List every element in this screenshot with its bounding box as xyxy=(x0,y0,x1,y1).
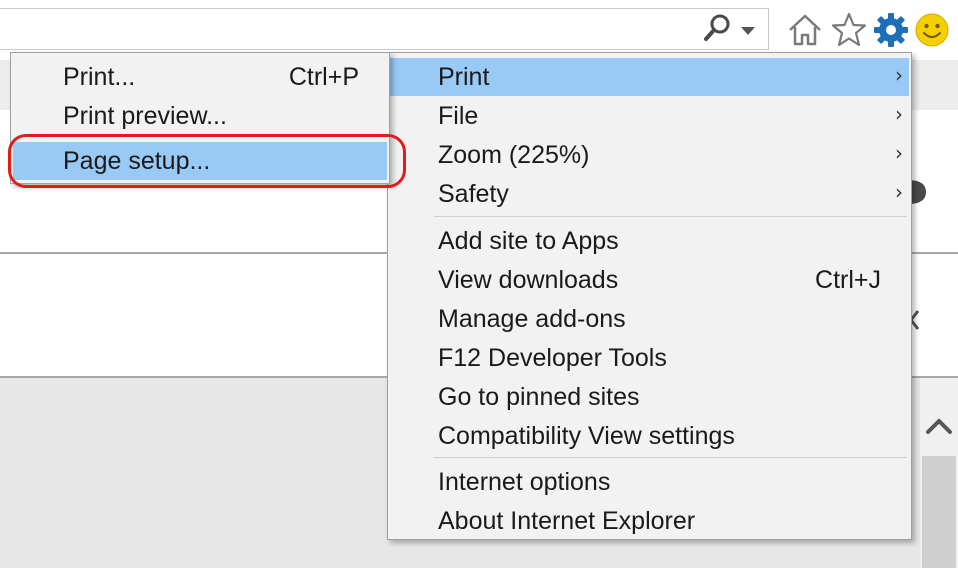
menu-item-label: Internet options xyxy=(438,468,611,496)
menu-item-label: Print xyxy=(438,63,490,91)
chevron-right-icon: › xyxy=(895,141,903,165)
chevron-right-icon: › xyxy=(895,63,903,87)
menu-item-label: Zoom (225%) xyxy=(438,141,590,169)
menu-item-view-downloads[interactable]: View downloads Ctrl+J xyxy=(390,261,909,299)
menu-item-zoom[interactable]: Zoom (225%) › xyxy=(390,136,909,174)
menu-item-add-site-to-apps[interactable]: Add site to Apps xyxy=(390,222,909,260)
menu-item-label: F12 Developer Tools xyxy=(438,344,667,372)
annotation-highlight-ring xyxy=(8,134,406,188)
menu-item-label: About Internet Explorer xyxy=(438,507,696,535)
menu-separator xyxy=(434,457,907,458)
address-bar[interactable] xyxy=(0,8,769,50)
menu-item-about-internet-explorer[interactable]: About Internet Explorer xyxy=(390,502,909,540)
chevron-right-icon: › xyxy=(895,102,903,126)
tools-menu: Print › File › Zoom (225%) › Safety › Ad… xyxy=(387,52,912,540)
menu-item-f12-developer-tools[interactable]: F12 Developer Tools xyxy=(390,339,909,377)
menu-item-file[interactable]: File › xyxy=(390,97,909,135)
search-icon[interactable] xyxy=(703,13,733,43)
chevron-up-icon[interactable] xyxy=(920,400,958,450)
menu-item-print[interactable]: Print › xyxy=(390,58,909,96)
home-icon[interactable] xyxy=(786,11,824,49)
menu-item-label: Add site to Apps xyxy=(438,227,619,255)
menu-item-label: Print... xyxy=(63,63,136,91)
menu-item-compatibility-view-settings[interactable]: Compatibility View settings xyxy=(390,417,909,455)
menu-item-shortcut: Ctrl+P xyxy=(288,63,359,91)
menu-item-safety[interactable]: Safety › xyxy=(390,175,909,213)
scrollbar-thumb[interactable] xyxy=(922,456,956,568)
menu-item-label: Print preview... xyxy=(63,102,227,130)
menu-item-print-preview[interactable]: Print preview... xyxy=(13,97,387,135)
menu-item-label: Manage add-ons xyxy=(438,305,626,333)
gear-icon[interactable] xyxy=(872,11,910,49)
menu-item-label: File xyxy=(438,102,479,130)
menu-item-go-to-pinned-sites[interactable]: Go to pinned sites xyxy=(390,378,909,416)
menu-item-manage-add-ons[interactable]: Manage add-ons xyxy=(390,300,909,338)
menu-item-internet-options[interactable]: Internet options xyxy=(390,463,909,501)
menu-item-shortcut: Ctrl+J xyxy=(815,266,881,294)
menu-item-label: View downloads xyxy=(438,266,619,294)
smiley-icon[interactable] xyxy=(914,12,950,48)
menu-item-label: Compatibility View settings xyxy=(438,422,735,450)
menu-separator xyxy=(434,216,907,217)
menu-item-label: Go to pinned sites xyxy=(438,383,640,411)
chevron-down-icon[interactable] xyxy=(740,24,756,36)
menu-item-print-dialog[interactable]: Print... Ctrl+P xyxy=(13,58,387,96)
star-icon[interactable] xyxy=(830,11,868,49)
menu-item-label: Safety xyxy=(438,180,509,208)
chevron-right-icon: › xyxy=(895,180,903,204)
